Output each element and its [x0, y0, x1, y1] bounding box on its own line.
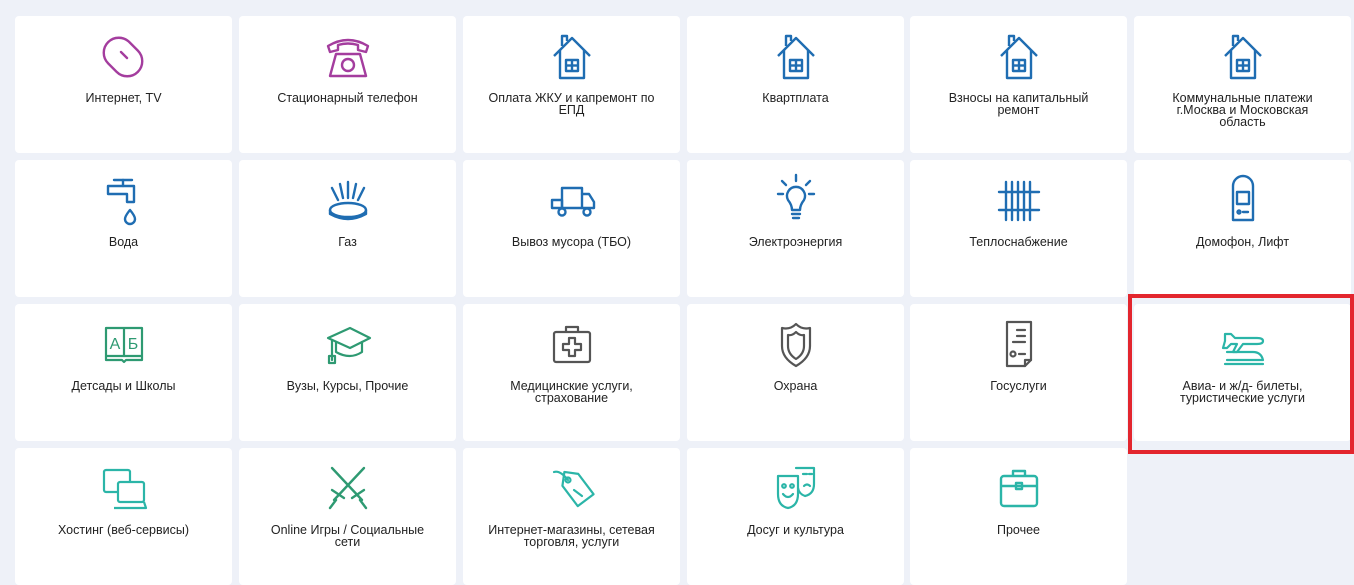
tile-leisure-culture[interactable]: Досуг и культура	[687, 448, 904, 585]
tile-label: Интернет, TV	[85, 91, 162, 105]
tile-label: Вузы, Курсы, Прочие	[286, 379, 409, 393]
tile-heating[interactable]: Теплоснабжение	[910, 160, 1127, 297]
tile-universities-courses[interactable]: Вузы, Курсы, Прочие	[239, 304, 456, 441]
tile-label: Досуг и культура	[747, 523, 844, 537]
truck-icon	[542, 172, 602, 228]
first-aid-kit-icon	[542, 316, 602, 372]
tile-label: Прочее	[996, 523, 1041, 537]
house-icon	[1213, 28, 1273, 84]
tile-label: Авиа- и ж/д- билеты, туристические услуг…	[1180, 379, 1305, 405]
document-icon	[989, 316, 1049, 372]
tile-capital-repair[interactable]: Взносы на капитальный ремонт	[910, 16, 1127, 153]
tile-label: Госуслуги	[990, 379, 1047, 393]
tile-label: Взносы на капитальный ремонт	[948, 91, 1089, 117]
intercom-icon	[1213, 172, 1273, 228]
tile-hosting[interactable]: Хостинг (веб-сервисы)	[15, 448, 232, 585]
tile-online-stores[interactable]: Интернет-магазины, сетевая торговля, усл…	[463, 448, 680, 585]
faucet-icon	[94, 172, 154, 228]
graduation-cap-icon	[318, 316, 378, 372]
alphabet-book-icon: А Б	[94, 316, 154, 372]
lightbulb-icon	[766, 172, 826, 228]
tile-intercom-elevator[interactable]: Домофон, Лифт	[1134, 160, 1351, 297]
tile-gas[interactable]: Газ	[239, 160, 456, 297]
payment-categories-grid: Интернет, TV Стационарный телефон Оплата…	[0, 0, 1354, 585]
tile-zhku-epd[interactable]: Оплата ЖКУ и капремонт по ЕПД	[463, 16, 680, 153]
svg-text:А: А	[109, 336, 120, 353]
tile-label: Стационарный телефон	[277, 91, 418, 105]
tile-label: Вода	[108, 235, 139, 249]
briefcase-icon	[989, 460, 1049, 516]
plane-train-icon	[1213, 316, 1273, 372]
shield-icon	[766, 316, 826, 372]
tile-internet-tv[interactable]: Интернет, TV	[15, 16, 232, 153]
tile-moscow-utilities[interactable]: Коммунальные платежи г.Москва и Московск…	[1134, 16, 1351, 153]
tile-label: Газ	[338, 235, 357, 249]
tile-label: Квартплата	[762, 91, 829, 105]
tile-garbage[interactable]: Вывоз мусора (ТБО)	[463, 160, 680, 297]
monitors-icon	[94, 460, 154, 516]
house-icon	[989, 28, 1049, 84]
tile-medical-insurance[interactable]: Медицинские услуги, страхование	[463, 304, 680, 441]
tile-label: Online Игры / Социальные сети	[270, 523, 425, 549]
tile-landline-phone[interactable]: Стационарный телефон	[239, 16, 456, 153]
tile-tickets-travel[interactable]: Авиа- и ж/д- билеты, туристические услуг…	[1134, 304, 1351, 441]
house-icon	[766, 28, 826, 84]
tile-online-games[interactable]: Online Игры / Социальные сети	[239, 448, 456, 585]
tile-label: Домофон, Лифт	[1195, 235, 1290, 249]
tile-label: Медицинские услуги, страхование	[510, 379, 633, 405]
tile-other[interactable]: Прочее	[910, 448, 1127, 585]
tile-label: Детсады и Школы	[71, 379, 176, 393]
tile-kvartplata[interactable]: Квартплата	[687, 16, 904, 153]
tile-label: Коммунальные платежи г.Москва и Московск…	[1172, 91, 1313, 129]
tile-label: Охрана	[773, 379, 818, 393]
mouse-icon	[94, 28, 154, 84]
tile-kindergartens-schools[interactable]: А Б Детсады и Школы	[15, 304, 232, 441]
house-icon	[542, 28, 602, 84]
tile-water[interactable]: Вода	[15, 160, 232, 297]
radiator-icon	[989, 172, 1049, 228]
telephone-icon	[318, 28, 378, 84]
tile-gosuslugi[interactable]: Госуслуги	[910, 304, 1127, 441]
tile-security[interactable]: Охрана	[687, 304, 904, 441]
tile-electricity[interactable]: Электроэнергия	[687, 160, 904, 297]
tile-label: Хостинг (веб-сервисы)	[57, 523, 189, 537]
gas-burner-icon	[318, 172, 378, 228]
crossed-swords-icon	[318, 460, 378, 516]
svg-text:Б: Б	[127, 336, 138, 353]
tile-label: Интернет-магазины, сетевая торговля, усл…	[488, 523, 655, 549]
tile-label: Оплата ЖКУ и капремонт по ЕПД	[488, 91, 655, 117]
theater-masks-icon	[766, 460, 826, 516]
tile-label: Вывоз мусора (ТБО)	[511, 235, 632, 249]
tile-label: Электроэнергия	[748, 235, 843, 249]
price-tag-icon	[542, 460, 602, 516]
tile-label: Теплоснабжение	[969, 235, 1068, 249]
